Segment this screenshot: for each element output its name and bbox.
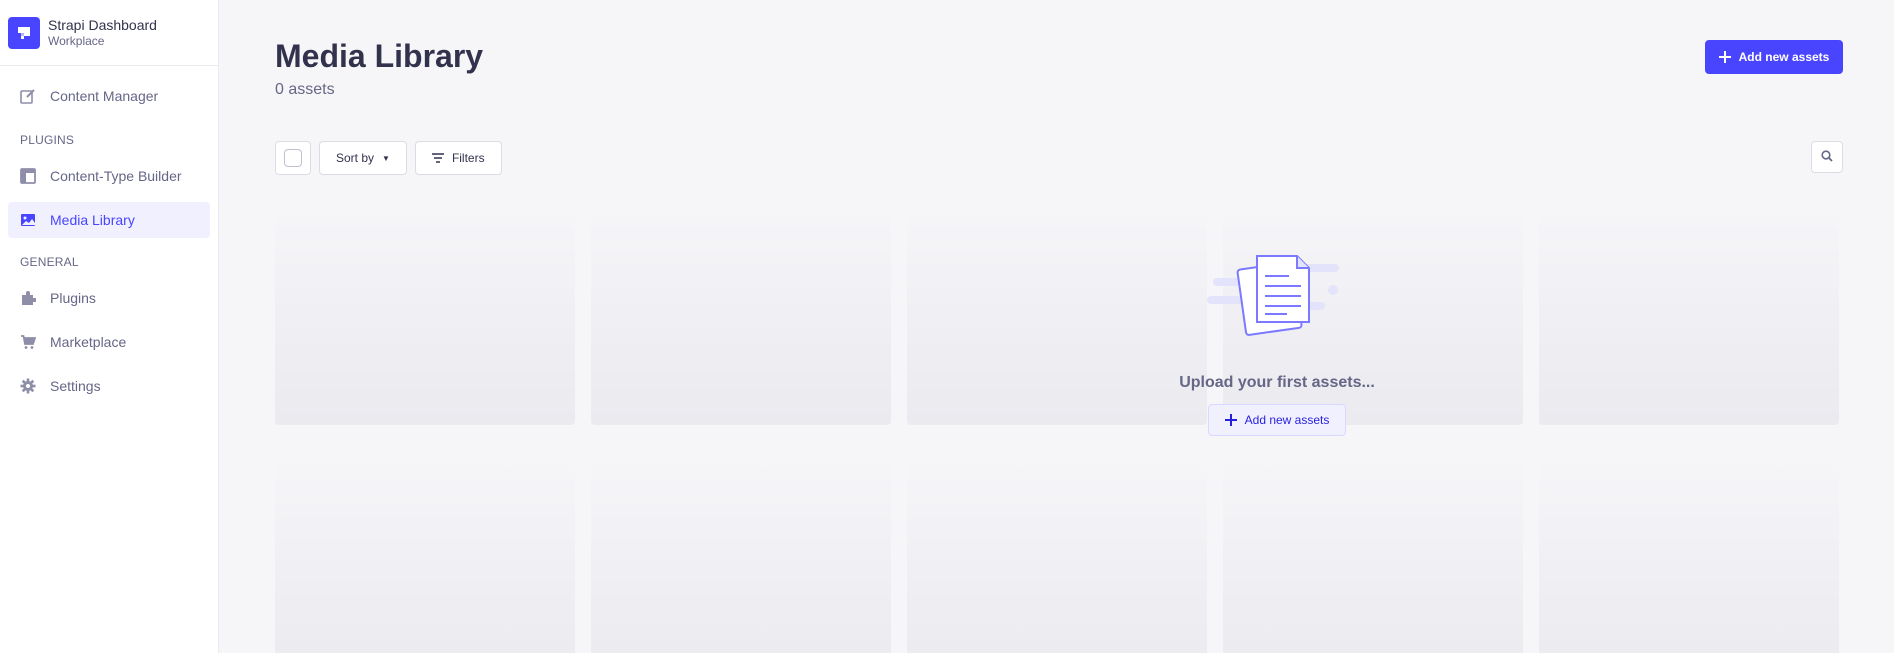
sidebar: Strapi Dashboard Workplace Content Manag…	[0, 0, 219, 653]
empty-state-message: Upload your first assets...	[1179, 374, 1375, 391]
app: Strapi Dashboard Workplace Content Manag…	[0, 0, 1894, 653]
main-content: Media Library 0 assets Add new assets So…	[219, 0, 1894, 653]
placeholder-card	[1539, 203, 1839, 425]
sidebar-item-media-library[interactable]: Media Library	[8, 202, 210, 238]
empty-add-new-assets-button[interactable]: Add new assets	[1207, 404, 1347, 436]
sidebar-nav: Content Manager PLUGINS Content-Type Bui…	[0, 66, 218, 404]
search-icon	[1821, 149, 1833, 165]
placeholder-card	[591, 455, 891, 653]
placeholder-card	[1539, 455, 1839, 653]
asset-count: 0 assets	[275, 81, 335, 98]
sidebar-item-plugins[interactable]: Plugins	[8, 280, 210, 316]
brand-title: Strapi Dashboard	[48, 17, 157, 33]
sort-by-button[interactable]: Sort by ▼	[319, 141, 407, 175]
empty-add-new-assets-label: Add new assets	[1244, 413, 1330, 427]
sidebar-item-label: Content-Type Builder	[50, 168, 182, 184]
filters-button[interactable]: Filters	[414, 141, 502, 175]
sidebar-item-content-type-builder[interactable]: Content-Type Builder	[8, 158, 210, 194]
layout-icon	[20, 168, 36, 184]
placeholder-card	[591, 203, 891, 425]
gear-icon	[20, 378, 36, 394]
cart-icon	[20, 334, 36, 350]
sidebar-item-marketplace[interactable]: Marketplace	[8, 324, 210, 360]
sidebar-item-settings[interactable]: Settings	[8, 368, 210, 404]
image-icon	[20, 212, 36, 228]
sidebar-item-label: Media Library	[50, 212, 135, 228]
select-all-checkbox[interactable]	[284, 149, 302, 167]
placeholder-card	[275, 455, 575, 653]
empty-state: Upload your first assets... Add new asse…	[1127, 250, 1427, 450]
add-new-assets-label: Add new assets	[1738, 50, 1830, 64]
documents-illustration-icon	[1207, 250, 1347, 350]
sidebar-section-plugins: PLUGINS	[20, 133, 75, 147]
toolbar: Sort by ▼ Filters	[275, 141, 502, 175]
sort-by-label: Sort by	[336, 151, 375, 165]
placeholder-card	[1223, 455, 1523, 653]
caret-down-icon: ▼	[382, 153, 390, 163]
pen-icon	[20, 88, 36, 104]
filter-icon	[431, 153, 444, 163]
select-all-wrapper	[275, 141, 311, 175]
sidebar-section-general: GENERAL	[20, 255, 79, 269]
page-title: Media Library	[275, 38, 484, 74]
plus-icon	[1718, 51, 1731, 63]
search-button[interactable]	[1811, 141, 1843, 173]
placeholder-card	[275, 203, 575, 425]
puzzle-icon	[20, 290, 36, 306]
sidebar-item-label: Content Manager	[50, 88, 159, 104]
brand-subtitle: Workplace	[48, 34, 105, 48]
sidebar-item-content-manager[interactable]: Content Manager	[8, 78, 210, 114]
sidebar-item-label: Marketplace	[50, 334, 127, 350]
brand-header[interactable]: Strapi Dashboard Workplace	[0, 0, 218, 66]
strapi-logo-icon	[8, 16, 40, 49]
filters-label: Filters	[451, 151, 485, 165]
add-new-assets-button[interactable]: Add new assets	[1705, 40, 1843, 74]
sidebar-item-label: Settings	[50, 378, 101, 394]
asset-grid-placeholder	[275, 203, 1841, 653]
sidebar-item-label: Plugins	[50, 290, 96, 306]
placeholder-card	[907, 455, 1207, 653]
plus-icon	[1224, 414, 1237, 426]
